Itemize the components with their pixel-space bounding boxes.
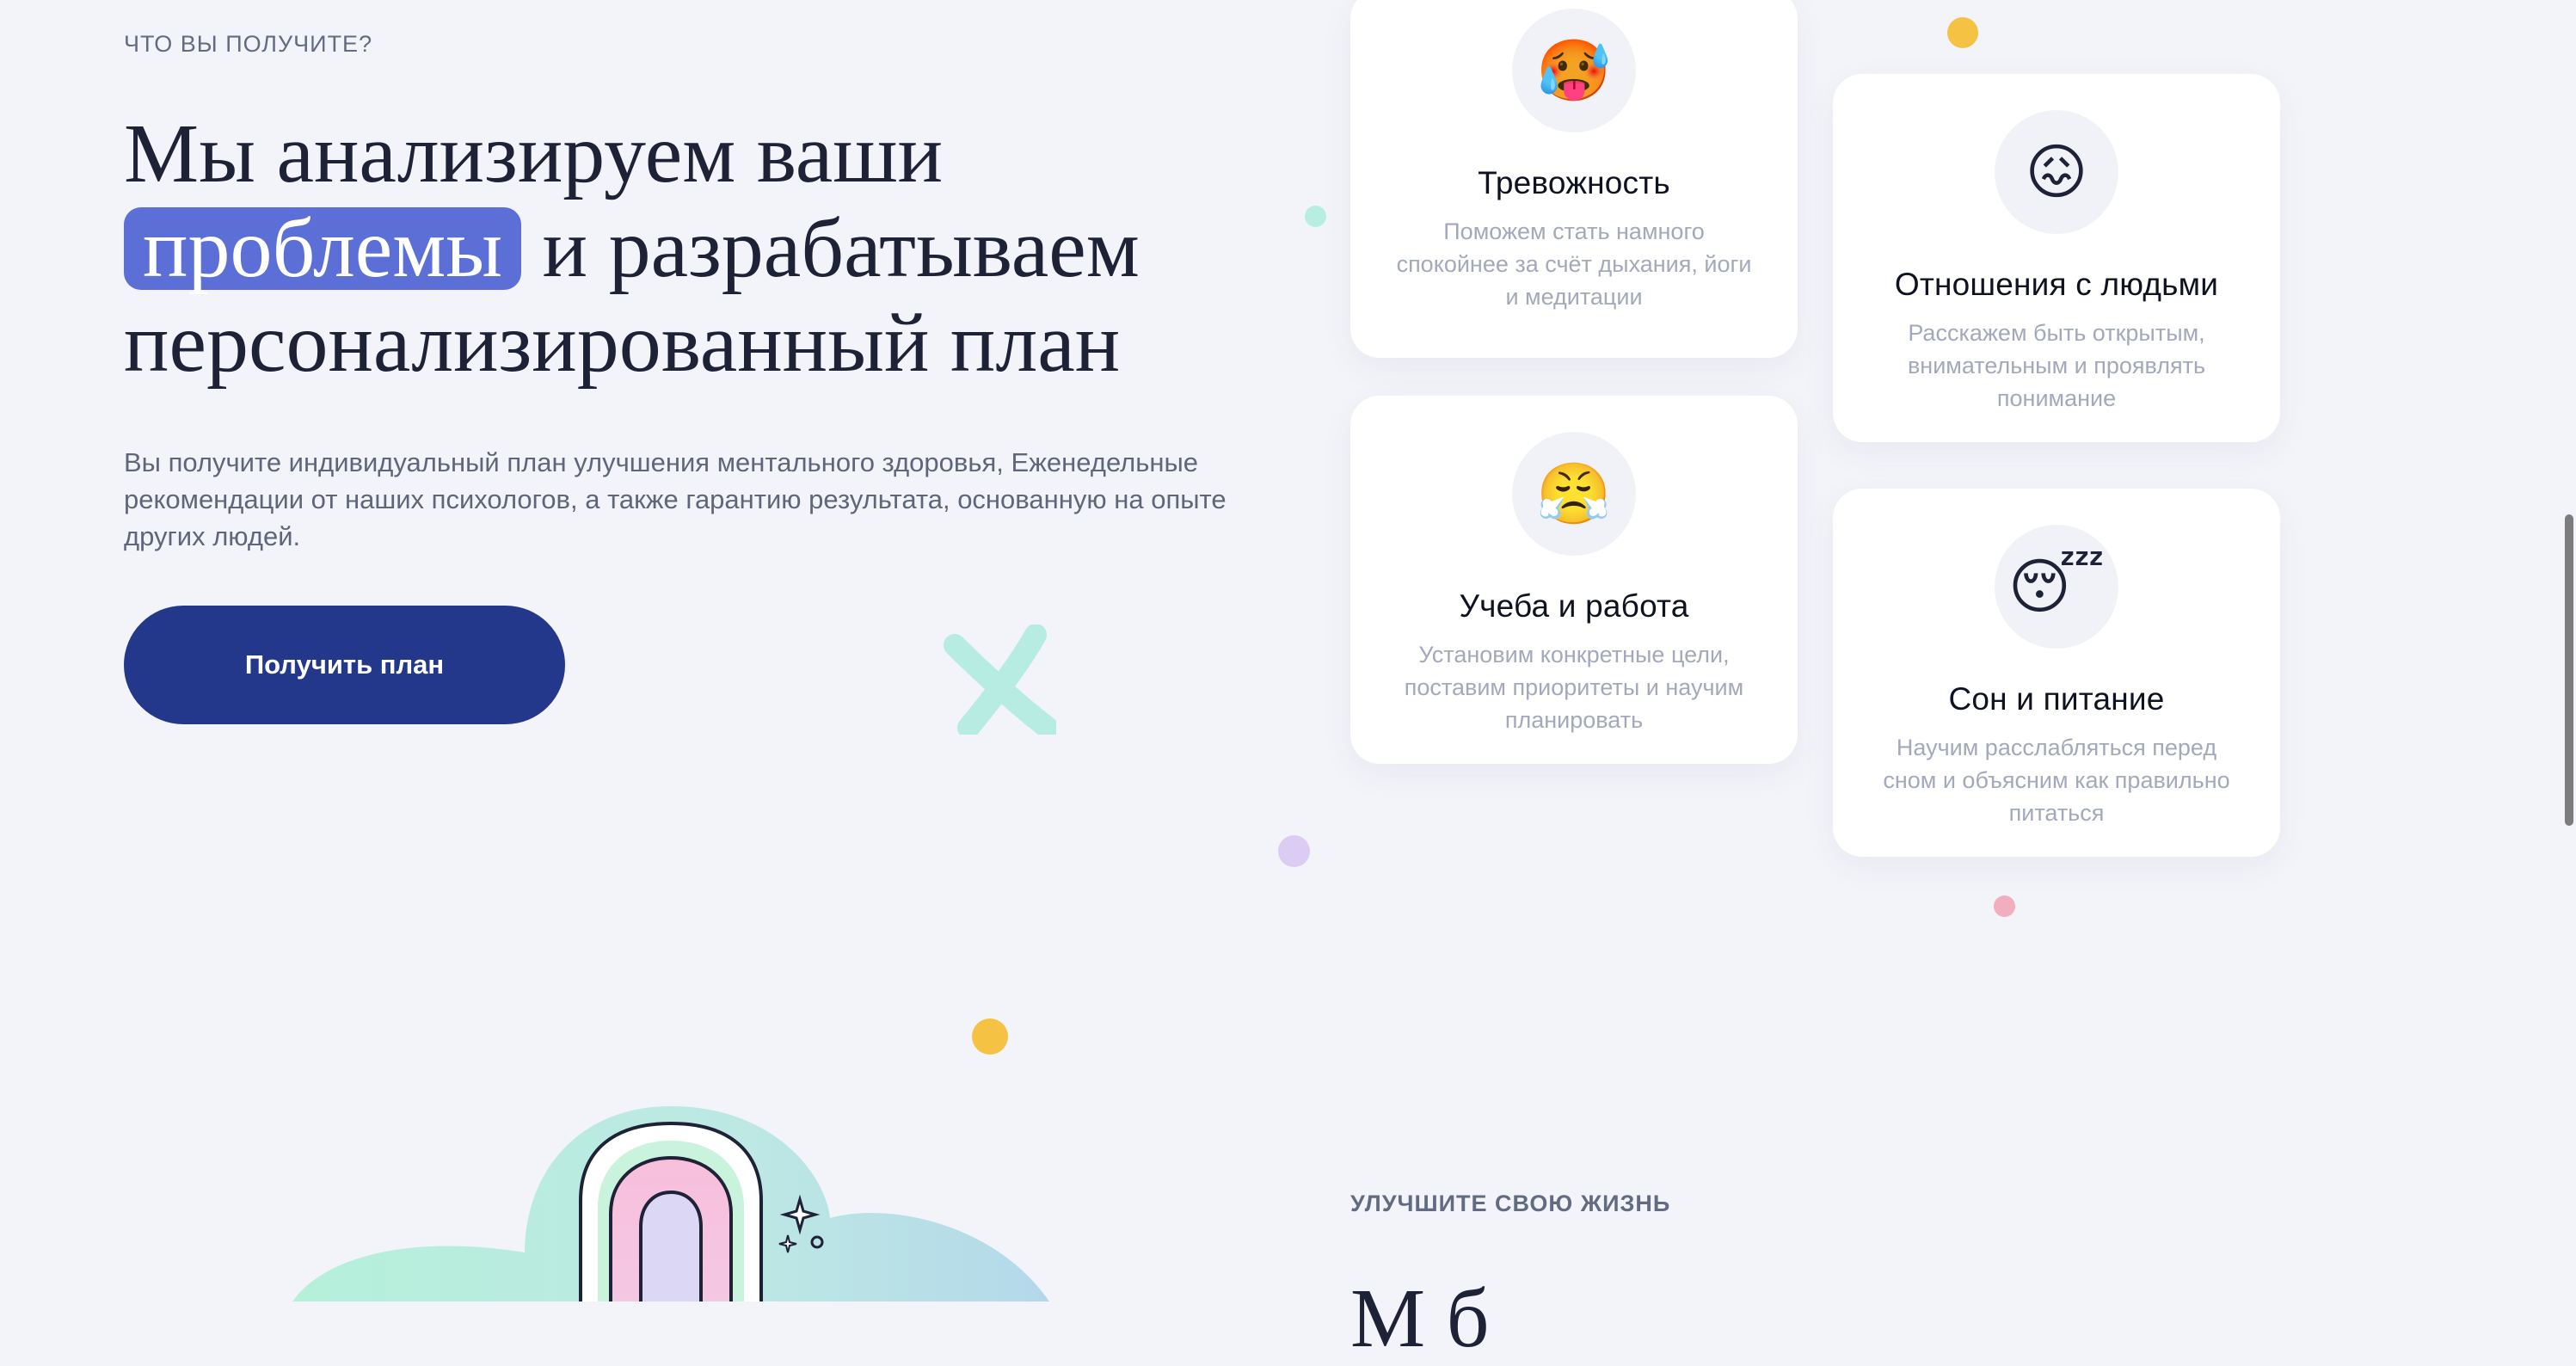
section-eyebrow: ЧТО ВЫ ПОЛУЧИТЕ? xyxy=(124,31,373,57)
card-anxiety[interactable]: 🥵 Тревожность Поможем стать намного спок… xyxy=(1350,0,1798,358)
card-title: Тревожность xyxy=(1478,165,1670,200)
cross-decoration-icon xyxy=(944,625,1056,735)
card-text: Установим конкретные цели, поставим прио… xyxy=(1404,642,1744,733)
scrollbar-thumb[interactable] xyxy=(2565,514,2573,826)
decor-dot-lilac xyxy=(1278,835,1310,867)
rainbow-cloud-illustration xyxy=(292,1106,1049,1301)
card-sleep-nutrition[interactable]: 😴 Сон и питание Научим расслабляться пер… xyxy=(1833,489,2280,857)
card-title: Отношения с людьми xyxy=(1894,267,2219,302)
hot-face-icon: 🥵 xyxy=(1512,9,1636,132)
card-text: Научим расслабляться перед сном и объясн… xyxy=(1883,735,2230,826)
headline-part1: Мы анализируем ваши xyxy=(124,108,944,200)
get-plan-button[interactable]: Получить план xyxy=(124,606,565,724)
decor-dot-yellow-2 xyxy=(972,1018,1008,1055)
card-title: Учеба и работа xyxy=(1459,588,1689,624)
decor-dot-yellow xyxy=(1947,17,1978,48)
section2-title: М б xyxy=(1350,1272,1490,1365)
page-scrollbar[interactable] xyxy=(2562,0,2576,1301)
page-title: Мы анализируем ваши проблемы и разрабаты… xyxy=(124,107,1208,391)
card-text: Поможем стать намного спокойнее за счёт … xyxy=(1396,218,1752,310)
decor-dot-pink xyxy=(1994,895,2015,917)
section-description: Вы получите индивидуальный план улучшени… xyxy=(124,447,1227,551)
sleeping-face-icon: 😴 xyxy=(1995,525,2118,649)
steam-face-icon: 😤 xyxy=(1512,432,1636,556)
card-text: Расскажем быть открытым, внимательным и … xyxy=(1907,320,2206,411)
card-relationships[interactable]: 😖 Отношения с людьми Расскажем быть откр… xyxy=(1833,74,2280,442)
card-study-work[interactable]: 😤 Учеба и работа Установим конкретные це… xyxy=(1350,396,1798,764)
section2-eyebrow: УЛУЧШИТЕ СВОЮ ЖИЗНЬ xyxy=(1350,1191,1671,1216)
decor-dot-mint xyxy=(1305,206,1326,227)
headline-highlight: проблемы xyxy=(124,206,522,291)
card-title: Сон и питание xyxy=(1948,681,2165,717)
confounded-face-icon: 😖 xyxy=(1995,110,2118,234)
